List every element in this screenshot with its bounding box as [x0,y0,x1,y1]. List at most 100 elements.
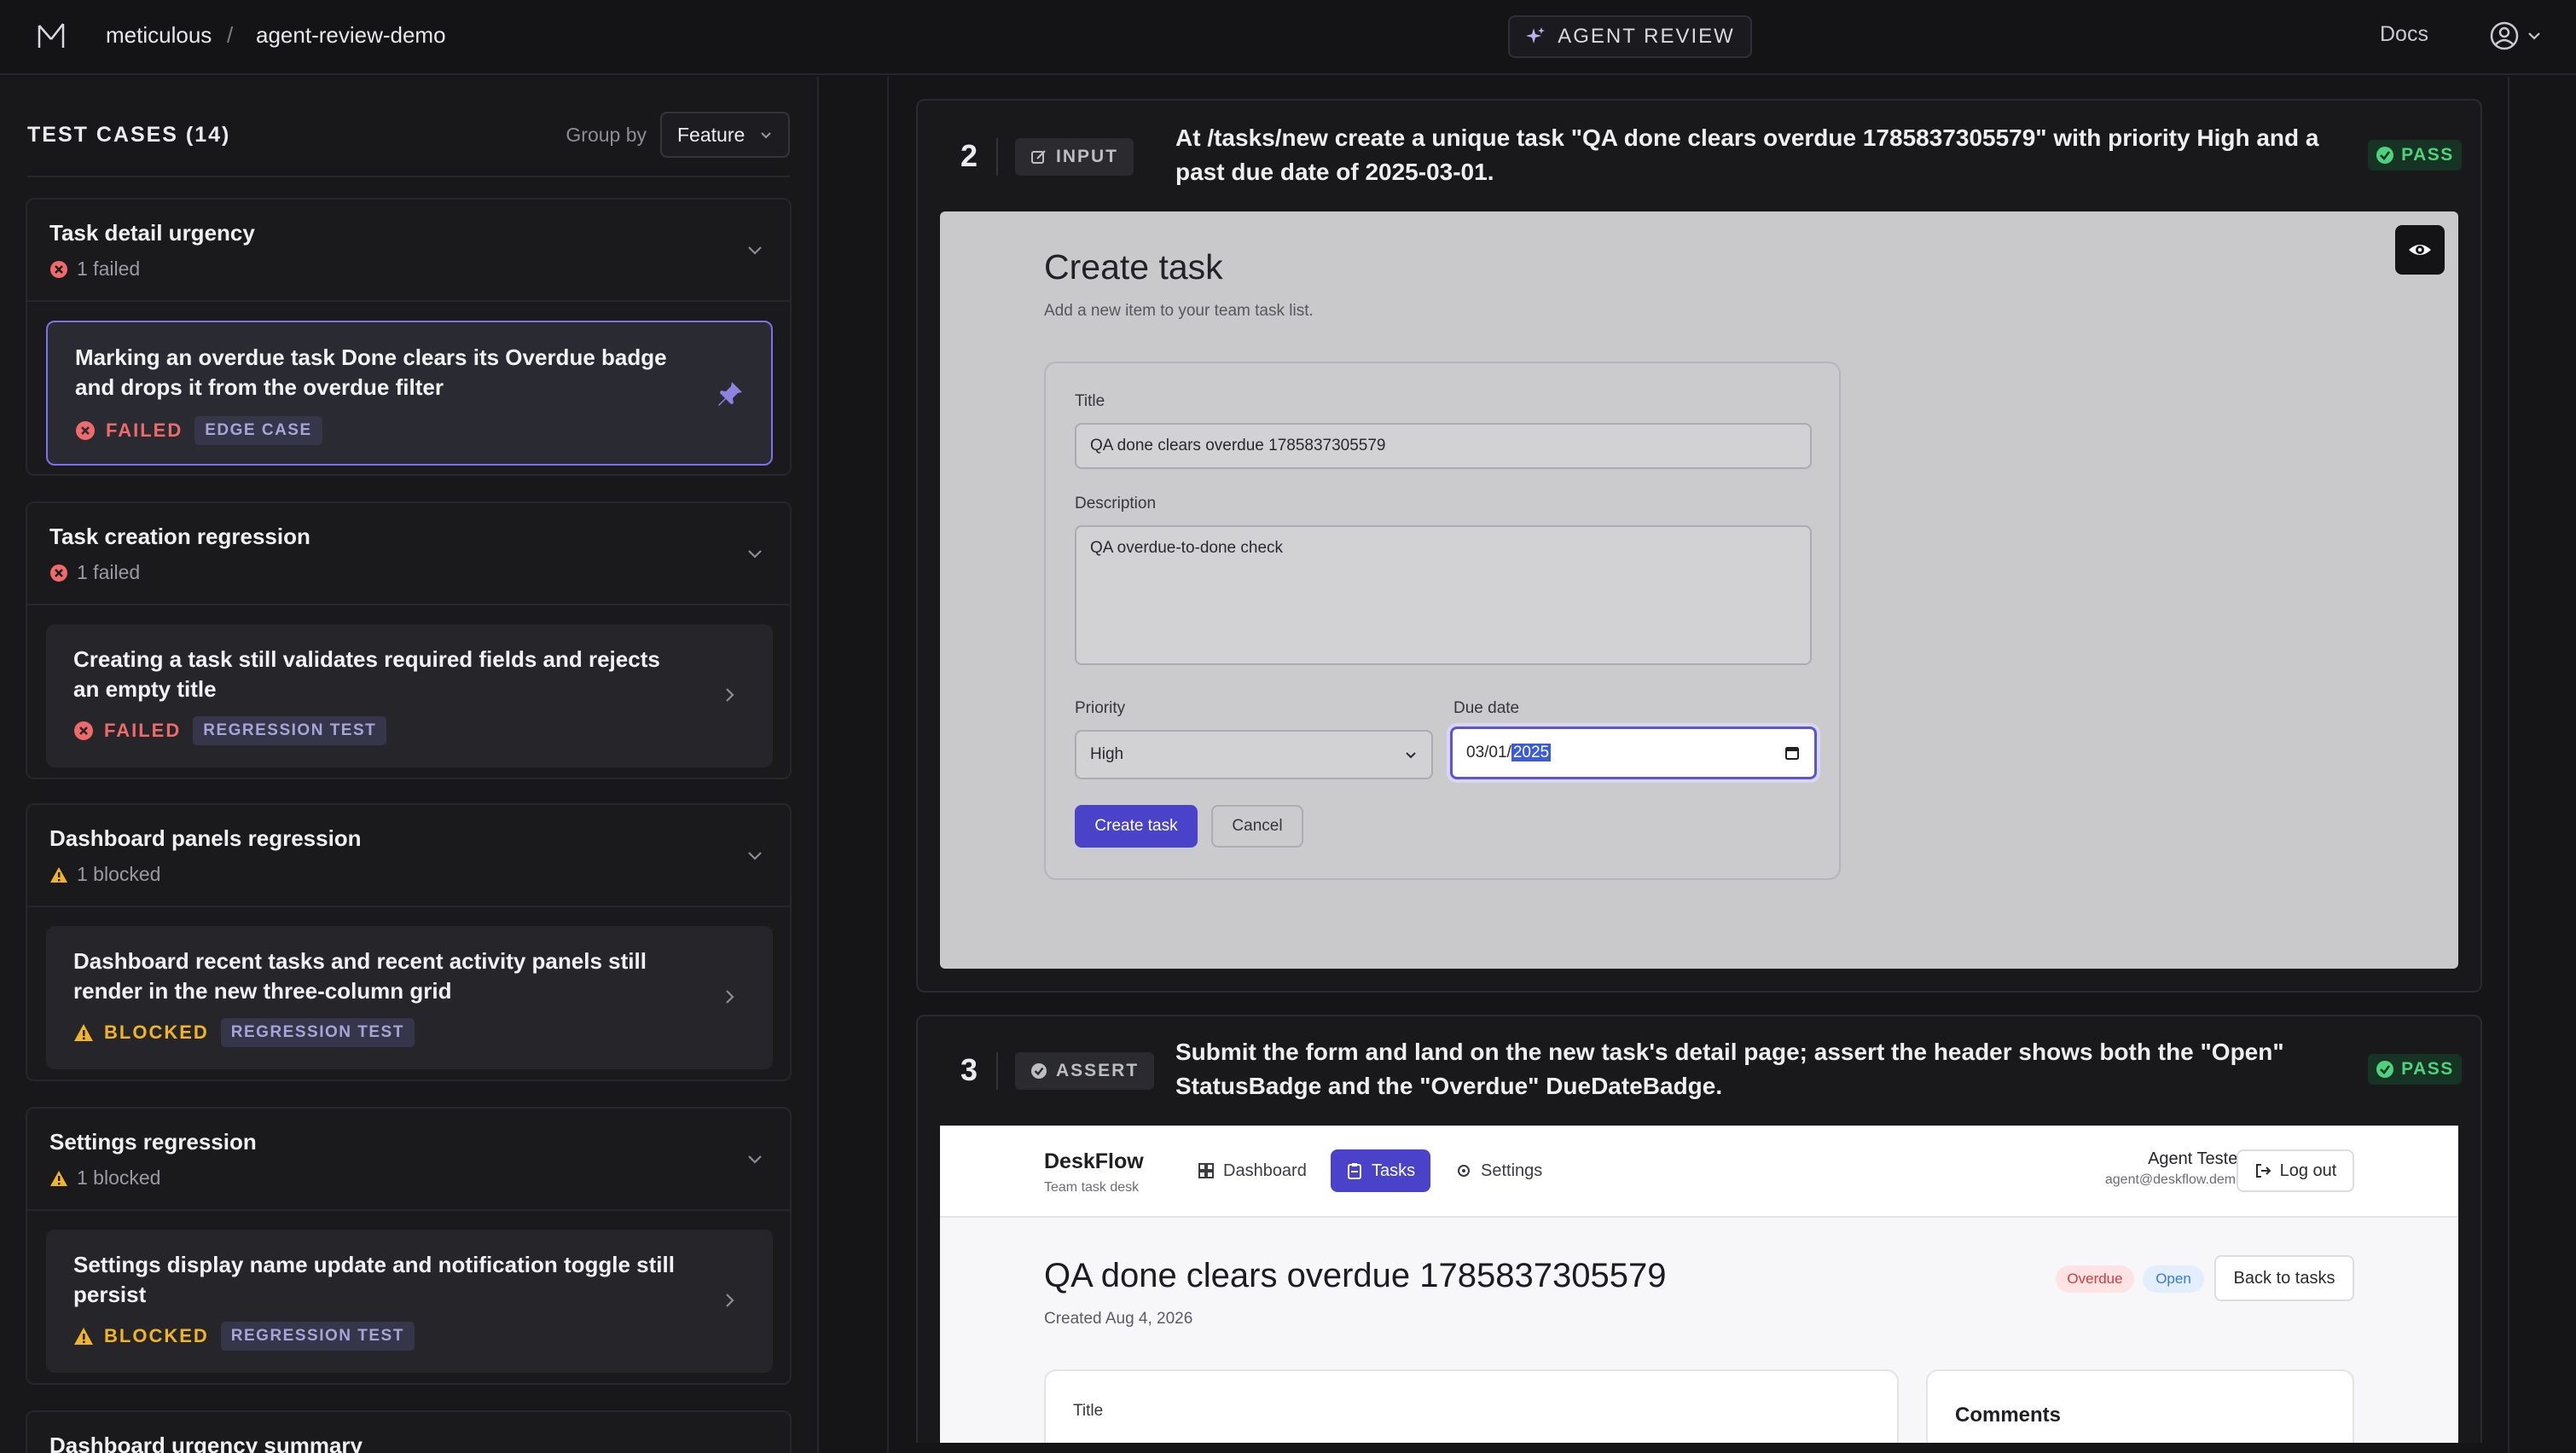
due-date-input[interactable]: 03/01/2025 [1450,726,1817,779]
meticulous-logo[interactable] [34,19,68,53]
status-text: BLOCKED [104,1022,209,1043]
test-case-title: Marking an overdue task Done clears its … [75,344,667,400]
check-circle-icon [2376,147,2394,164]
nav-dashboard[interactable]: Dashboard [1182,1149,1322,1192]
user-name: Agent Tester [2148,1149,2243,1168]
user-email: agent@deskflow.demo [2104,1172,2243,1187]
group-header[interactable]: Task creation regression 1 failed [27,503,790,605]
breadcrumb-project[interactable]: agent-review-demo [256,22,446,49]
nav-label: Settings [1481,1161,1543,1180]
divider [996,138,998,176]
open-status-badge: Open [2143,1265,2204,1293]
gear-icon [1458,1165,1470,1177]
group-header[interactable]: Settings regression 1 blocked [27,1109,790,1211]
test-group: Dashboard panels regression 1 blocked Da… [26,803,792,1081]
step-number: 3 [960,1052,978,1087]
nav-label: Tasks [1372,1161,1416,1180]
test-case-title: Settings display name update and notific… [73,1252,675,1307]
status-text: BLOCKED [104,1325,209,1346]
test-group: Task detail urgency 1 failed Marking an … [26,198,792,476]
due-date-label: Due date [1453,699,1520,717]
description-value: QA overdue-to-done check [1090,539,1284,557]
test-case-meta: FAILED REGRESSION TEST [73,716,387,745]
step-kind-badge: INPUT [1015,138,1134,176]
edit-icon [1031,150,1046,164]
chevron-down-icon[interactable] [744,844,766,866]
chevron-right-icon [726,1294,734,1307]
eye-icon [2409,245,2431,255]
agent-review-badge[interactable]: AGENT REVIEW [1508,15,1752,58]
x-circle-icon [50,564,67,582]
group-header[interactable]: Dashboard urgency summary [27,1412,790,1453]
sparkle-icon [1526,27,1546,43]
group-header[interactable]: Task detail urgency 1 failed [27,200,790,302]
logout-button[interactable]: Log out [2237,1149,2354,1192]
test-group: Dashboard urgency summary [26,1410,792,1453]
title-input[interactable]: QA done clears overdue 1785837305579 [1075,423,1812,469]
test-case-meta: BLOCKED REGRESSION TEST [73,1018,415,1047]
status-text: FAILED [106,420,183,441]
description-textarea[interactable]: QA overdue-to-done check [1075,525,1812,665]
pass-label: PASS [2401,145,2454,165]
test-case-item[interactable]: Dashboard recent tasks and recent activi… [46,926,773,1069]
toggle-view-button[interactable] [2395,225,2445,275]
test-group: Settings regression 1 blocked Settings d… [26,1107,792,1385]
test-case-item[interactable]: Settings display name update and notific… [46,1230,773,1373]
status-failed: FAILED [75,420,183,442]
pass-badge: PASS [2368,140,2462,171]
chevron-down-icon [761,132,771,139]
logout-icon [2255,1164,2271,1178]
group-by-value: Feature [677,123,746,146]
pass-badge: PASS [2368,1054,2462,1085]
group-status: 1 blocked [49,1166,160,1190]
case-tag: EDGE CASE [194,416,322,445]
group-name: Settings regression [49,1129,257,1155]
group-header[interactable]: Dashboard panels regression 1 blocked [27,805,790,907]
pass-label: PASS [2401,1059,2454,1079]
due-date-year-selected: 2025 [1511,744,1552,761]
step-kind-badge: ASSERT [1015,1052,1155,1090]
status-text: FAILED [104,720,182,741]
group-status: 1 failed [49,561,140,584]
step-kind-label: ASSERT [1056,1061,1140,1080]
status-blocked: BLOCKED [73,1022,209,1044]
timeline-rail [887,77,889,1453]
group-name: Dashboard urgency summary [49,1433,363,1453]
chevron-down-icon[interactable] [744,1148,766,1170]
test-case-item[interactable]: Creating a task still validates required… [46,624,773,767]
cancel-button[interactable]: Cancel [1211,805,1303,848]
test-case-meta: FAILED EDGE CASE [75,416,322,445]
check-circle-icon [1031,1063,1047,1079]
user-menu[interactable] [2489,17,2549,55]
case-tag: REGRESSION TEST [220,1322,415,1351]
chevron-down-icon[interactable] [744,239,766,261]
group-status: 1 failed [49,258,140,281]
sidebar-header: TEST CASES (14) Group by Feature [27,111,790,159]
group-by-select[interactable]: Feature [660,112,790,158]
create-task-button[interactable]: Create task [1075,805,1198,848]
test-cases-title: TEST CASES (14) [27,122,231,147]
calendar-icon[interactable] [1784,744,1801,761]
docs-link[interactable]: Docs [2380,22,2428,47]
due-date-prefix: 03/01/ [1466,744,1511,761]
step-description: At /tasks/new create a unique task "QA d… [1175,124,2319,185]
nav-label: Dashboard [1223,1161,1307,1180]
back-to-tasks-button[interactable]: Back to tasks [2214,1255,2354,1301]
pin-icon[interactable] [715,379,746,409]
clipboard-icon [1348,1163,1361,1179]
x-circle-icon [76,421,95,440]
test-case-title: Creating a task still validates required… [73,646,660,702]
warning-icon [74,1024,93,1041]
priority-select[interactable]: High [1075,730,1433,779]
x-circle-icon [74,721,93,740]
nav-tasks[interactable]: Tasks [1331,1149,1431,1192]
nav-settings[interactable]: Settings [1440,1149,1558,1192]
x-circle-icon [50,260,67,278]
step-kind-label: INPUT [1056,147,1118,166]
breadcrumb-org[interactable]: meticulous [106,22,212,49]
priority-value: High [1090,745,1124,763]
test-case-title: Dashboard recent tasks and recent activi… [73,948,647,1004]
chevron-down-icon[interactable] [744,542,766,564]
test-case-item[interactable]: Marking an overdue task Done clears its … [46,321,773,466]
app-brand: DeskFlow [1044,1149,1144,1173]
